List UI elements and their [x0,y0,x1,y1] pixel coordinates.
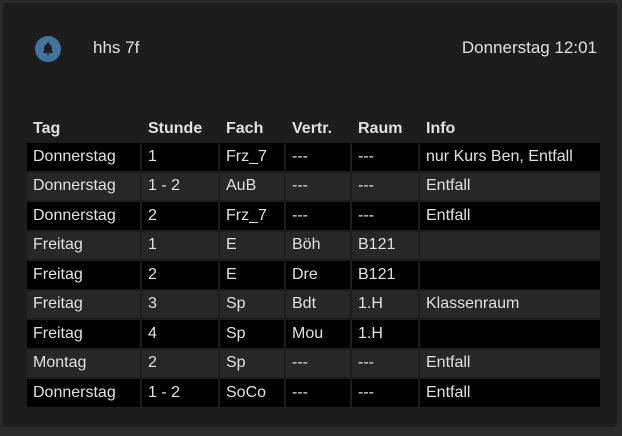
card-header: hhs 7f Donnerstag 12:01 [3,3,617,93]
cell-info: Entfall [420,202,600,230]
cell-fach: Sp [220,320,284,348]
column-header-tag: Tag [33,120,61,137]
column-header-fach: Fach [226,120,264,137]
cell-raum: B121 [352,231,418,259]
column-header-raum: Raum [358,120,403,137]
cell-info: Entfall [420,379,600,407]
table-row: Donnerstag 1 Frz_7 --- --- nur Kurs Ben,… [27,143,600,171]
column-header-info: Info [426,120,456,137]
table-row: Donnerstag 1 - 2 AuB --- --- Entfall [27,172,600,200]
cell-vertr: Dre [286,261,350,289]
cell-tag: Donnerstag [27,202,140,230]
cell-stunde: 1 [142,231,218,259]
cell-tag: Donnerstag [27,143,140,171]
cell-fach: E [220,261,284,289]
cell-raum: --- [352,202,418,230]
table-row: Montag 2 Sp --- --- Entfall [27,349,600,377]
table-row: Freitag 1 E Böh B121 [27,231,600,259]
table-header-row: Tag Stunde Fach Vertr. Raum Info [27,117,600,141]
cell-fach: E [220,231,284,259]
cell-stunde: 2 [142,349,218,377]
cell-raum: --- [352,349,418,377]
cell-vertr: Bdt [286,290,350,318]
cell-stunde: 1 [142,143,218,171]
cell-raum: --- [352,143,418,171]
cell-info [420,231,600,259]
table-row: Donnerstag 2 Frz_7 --- --- Entfall [27,202,600,230]
cell-info: nur Kurs Ben, Entfall [420,143,600,171]
cell-fach: AuB [220,172,284,200]
card-title: hhs 7f [93,38,140,57]
cell-fach: Sp [220,349,284,377]
cell-vertr: --- [286,379,350,407]
cell-fach: Frz_7 [220,143,284,171]
cell-raum: --- [352,379,418,407]
cell-raum: B121 [352,261,418,289]
cell-info: Entfall [420,349,600,377]
cell-info [420,320,600,348]
table-row: Freitag 4 Sp Mou 1.H [27,320,600,348]
cell-fach: Frz_7 [220,202,284,230]
cell-info [420,261,600,289]
cell-vertr: Mou [286,320,350,348]
cell-stunde: 2 [142,261,218,289]
cell-tag: Donnerstag [27,379,140,407]
cell-stunde: 2 [142,202,218,230]
current-datetime: Donnerstag 12:01 [461,38,597,57]
column-header-stunde: Stunde [148,120,203,137]
cell-info: Entfall [420,172,600,200]
cell-tag: Freitag [27,231,140,259]
cell-info: Klassenraum [420,290,600,318]
cell-vertr: --- [286,172,350,200]
cell-tag: Freitag [27,261,140,289]
cell-tag: Freitag [27,320,140,348]
cell-raum: --- [352,172,418,200]
cell-stunde: 3 [142,290,218,318]
cell-vertr: --- [286,202,350,230]
table-row: Donnerstag 1 - 2 SoCo --- --- Entfall [27,379,600,407]
cell-tag: Montag [27,349,140,377]
substitution-card: hhs 7f Donnerstag 12:01 Tag Stunde Fach … [3,3,617,427]
table-row: Freitag 3 Sp Bdt 1.H Klassenraum [27,290,600,318]
cell-stunde: 1 - 2 [142,172,218,200]
cell-vertr: --- [286,143,350,171]
cell-fach: Sp [220,290,284,318]
cell-raum: 1.H [352,290,418,318]
cell-fach: SoCo [220,379,284,407]
cell-stunde: 4 [142,320,218,348]
cell-tag: Donnerstag [27,172,140,200]
substitution-table: Tag Stunde Fach Vertr. Raum Info Donners… [25,115,602,409]
cell-stunde: 1 - 2 [142,379,218,407]
cell-raum: 1.H [352,320,418,348]
table-row: Freitag 2 E Dre B121 [27,261,600,289]
cell-vertr: --- [286,349,350,377]
bell-icon[interactable] [35,36,61,62]
column-header-vertr: Vertr. [292,120,333,137]
cell-tag: Freitag [27,290,140,318]
cell-vertr: Böh [286,231,350,259]
